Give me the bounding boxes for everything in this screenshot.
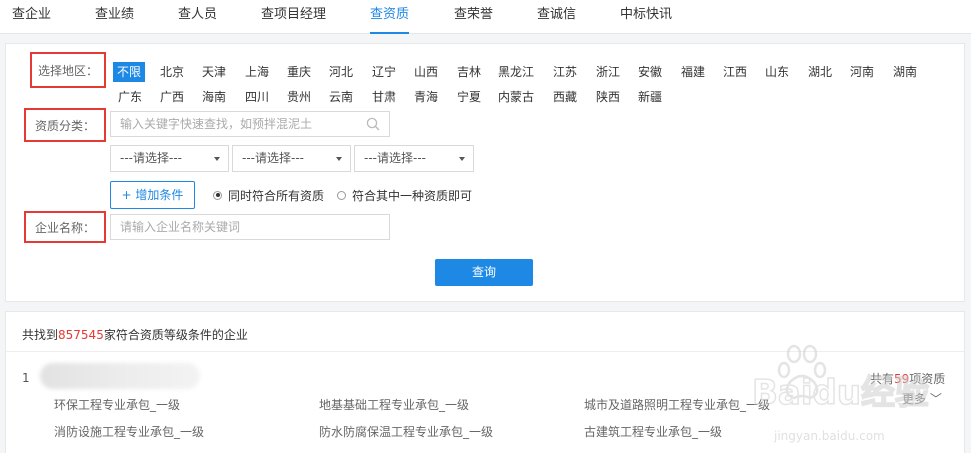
qualification-item: 城市及道路照明工程专业承包_一级 — [584, 398, 771, 412]
qualification-select-1[interactable]: ---请选择--- — [110, 145, 229, 172]
region-item[interactable]: 福建 — [681, 62, 705, 82]
select-value: ---请选择--- — [364, 151, 426, 165]
region-item[interactable]: 内蒙古 — [498, 87, 534, 107]
qualification-select-2[interactable]: ---请选择--- — [232, 145, 351, 172]
tab-integrity[interactable]: 查诚信 — [537, 0, 576, 34]
select-value: ---请选择--- — [242, 151, 304, 165]
region-item[interactable]: 黑龙江 — [498, 62, 534, 82]
search-icon[interactable] — [366, 117, 380, 131]
region-item[interactable]: 广西 — [160, 87, 184, 107]
tab-honor[interactable]: 查荣誉 — [454, 0, 493, 34]
company-name-label: 企业名称： — [24, 211, 106, 243]
region-item[interactable]: 浙江 — [596, 62, 620, 82]
qualification-item: 古建筑工程专业承包_一级 — [584, 425, 723, 439]
region-item[interactable]: 青海 — [414, 87, 438, 107]
chevron-down-icon — [214, 157, 220, 161]
qualification-label: 资质分类： — [24, 108, 106, 142]
region-item[interactable]: 天津 — [202, 62, 226, 82]
tab-enterprise[interactable]: 查企业 — [12, 0, 51, 34]
select-value: ---请选择--- — [120, 151, 182, 165]
baidu-watermark-logo: Baidu经验 jingyan.baidu.com — [752, 344, 930, 443]
region-item[interactable]: 陕西 — [596, 87, 620, 107]
qualification-search-input[interactable]: 输入关键字快速查找，如预拌混泥土 — [110, 111, 390, 137]
region-item[interactable]: 广东 — [118, 87, 142, 107]
watermark-brand: Baidu经验 — [752, 373, 929, 413]
tab-bid-news[interactable]: 中标快讯 — [620, 0, 672, 34]
region-item[interactable]: 河南 — [850, 62, 874, 82]
qualification-item: 地基基础工程专业承包_一级 — [319, 398, 470, 412]
chevron-down-icon — [336, 157, 342, 161]
region-item[interactable]: 湖南 — [893, 62, 917, 82]
radio-dot-icon — [337, 190, 346, 200]
qualification-placeholder: 输入关键字快速查找，如预拌混泥土 — [120, 117, 313, 131]
qualification-item: 防水防腐保温工程专业承包_一级 — [319, 425, 494, 439]
radio-all-qualifications[interactable]: 同时符合所有资质 — [213, 187, 324, 203]
add-condition-button[interactable]: + 增加条件 — [110, 181, 195, 209]
query-button[interactable]: 查询 — [435, 259, 533, 286]
row-index: 1 — [22, 371, 30, 385]
add-condition-label: 增加条件 — [135, 188, 184, 202]
region-item[interactable]: 北京 — [160, 62, 184, 82]
region-item[interactable]: 新疆 — [638, 87, 662, 107]
region-item[interactable]: 湖北 — [808, 62, 832, 82]
summary-suffix: 家符合资质等级条件的企业 — [103, 328, 248, 342]
region-item[interactable]: 四川 — [245, 87, 269, 107]
region-item-all[interactable]: 不限 — [113, 62, 146, 82]
watermark-url: jingyan.baidu.com — [773, 429, 885, 443]
region-item[interactable]: 河北 — [329, 62, 353, 82]
region-item[interactable]: 江苏 — [553, 62, 577, 82]
qualification-item: 环保工程专业承包_一级 — [54, 398, 181, 412]
tab-personnel[interactable]: 查人员 — [178, 0, 217, 34]
region-item[interactable]: 宁夏 — [457, 87, 481, 107]
tab-performance[interactable]: 查业绩 — [95, 0, 134, 34]
region-item[interactable]: 海南 — [202, 87, 226, 107]
region-item[interactable]: 云南 — [329, 87, 353, 107]
region-item[interactable]: 吉林 — [457, 62, 481, 82]
region-item[interactable]: 山西 — [414, 62, 438, 82]
radio-any-qualification[interactable]: 符合其中一种资质即可 — [337, 187, 472, 203]
company-name-input[interactable]: 请输入企业名称关键词 — [110, 214, 390, 240]
radio-dot-icon — [213, 190, 222, 200]
region-item[interactable]: 江西 — [723, 62, 747, 82]
region-item[interactable]: 上海 — [245, 62, 269, 82]
results-summary: 共找到857545家符合资质等级条件的企业 — [22, 326, 248, 343]
tab-project-manager[interactable]: 查项目经理 — [261, 0, 326, 34]
region-item[interactable]: 重庆 — [287, 62, 311, 82]
summary-prefix: 共找到 — [22, 328, 59, 342]
chevron-down-icon — [459, 157, 465, 161]
region-item[interactable]: 山东 — [765, 62, 789, 82]
tab-qualification[interactable]: 查资质 — [370, 0, 410, 34]
plus-icon: + — [121, 188, 136, 202]
region-item[interactable]: 甘肃 — [372, 87, 396, 107]
qualification-select-3[interactable]: ---请选择--- — [354, 145, 474, 172]
top-nav: 查企业 查业绩 查人员 查项目经理 查资质 查荣誉 查诚信 中标快讯 — [0, 0, 971, 34]
region-item[interactable]: 西藏 — [553, 87, 577, 107]
radio-label: 同时符合所有资质 — [228, 188, 325, 203]
region-label: 选择地区： — [30, 52, 106, 88]
result-count: 857545 — [58, 328, 104, 342]
radio-label: 符合其中一种资质即可 — [352, 188, 473, 203]
qualification-item: 消防设施工程专业承包_一级 — [54, 425, 205, 439]
company-name-blurred[interactable] — [40, 363, 200, 389]
region-item[interactable]: 贵州 — [287, 87, 311, 107]
region-item[interactable]: 辽宁 — [372, 62, 396, 82]
region-item[interactable]: 安徽 — [638, 62, 662, 82]
company-name-placeholder: 请输入企业名称关键词 — [120, 220, 241, 234]
